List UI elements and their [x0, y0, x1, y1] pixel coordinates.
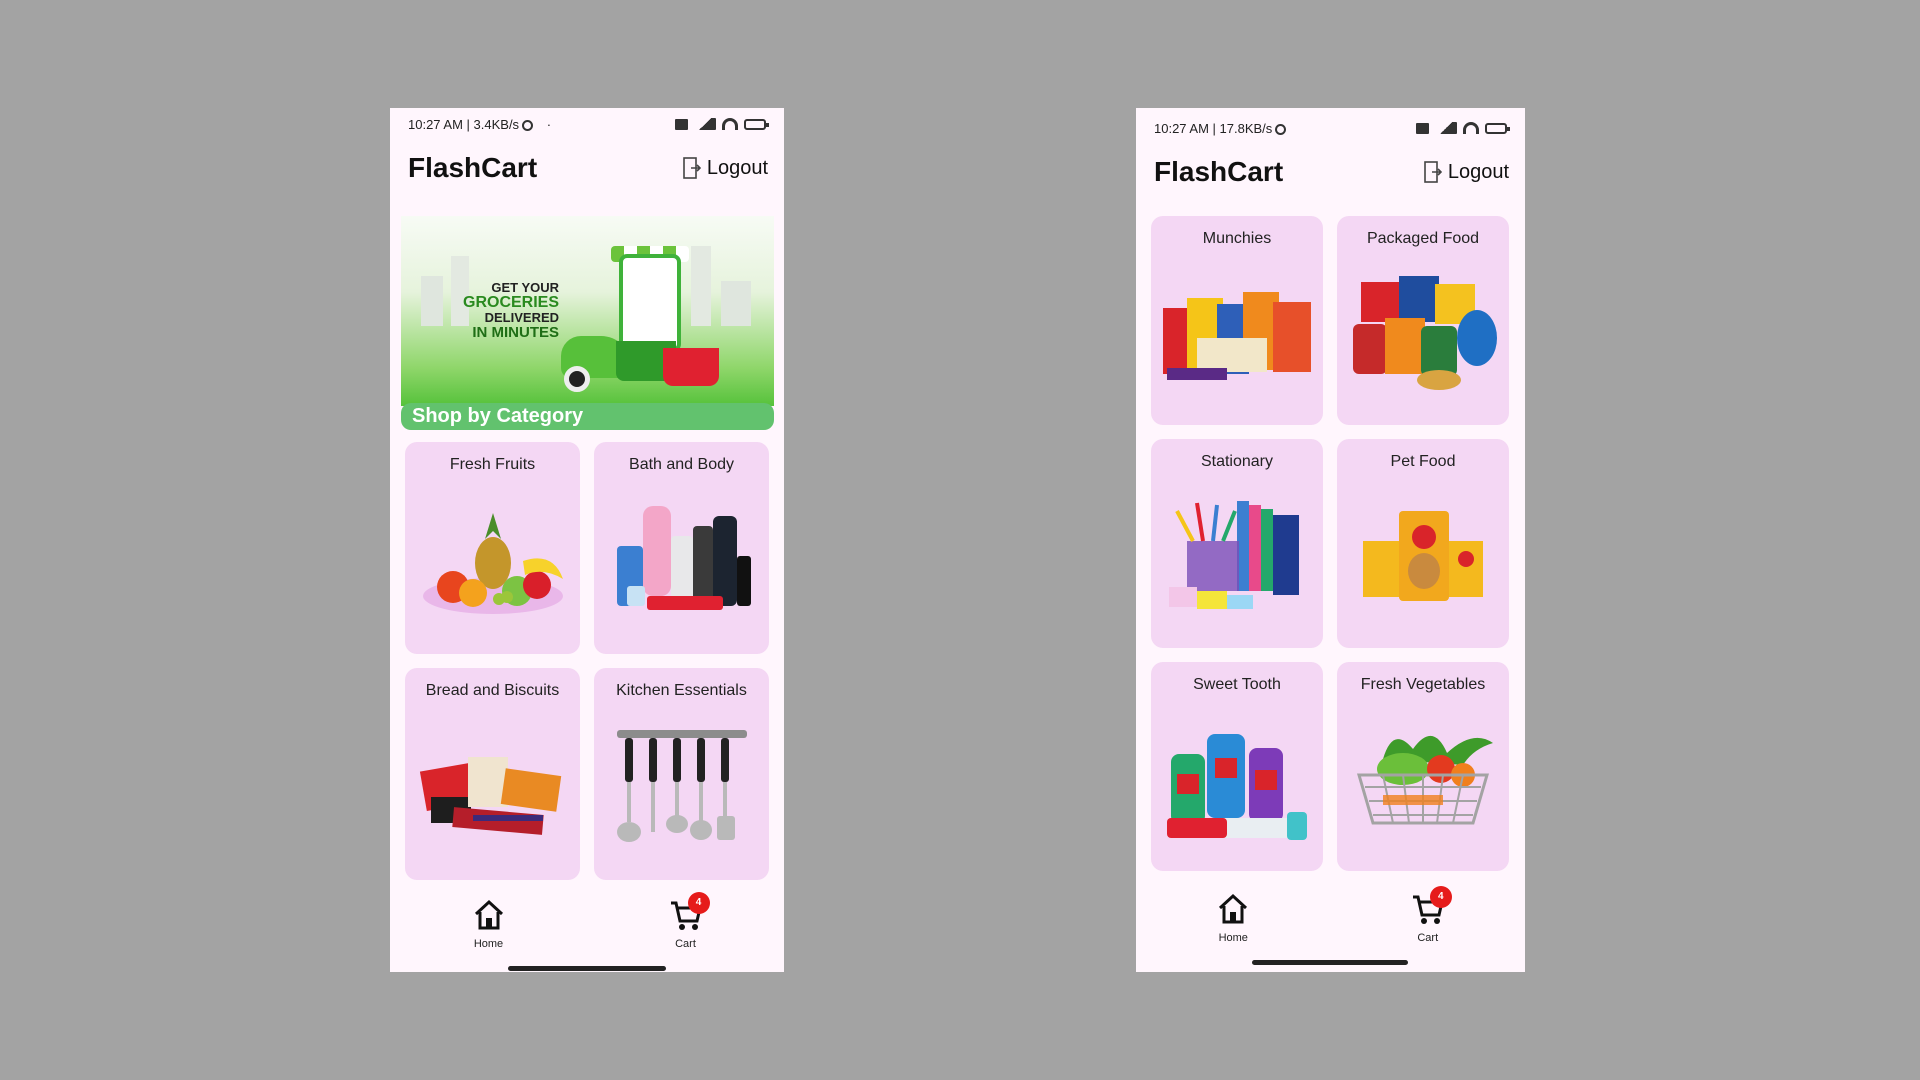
gesture-bar[interactable] — [1252, 960, 1408, 965]
vegetables-basket-image — [1357, 735, 1493, 825]
category-grid: Fresh Fruits Bath and Body Bread and Bis… — [405, 442, 769, 880]
nfc-icon — [675, 118, 688, 130]
category-card-sweet-tooth[interactable]: Sweet Tooth — [1151, 662, 1323, 871]
banner-line-1: GET YOUR — [491, 280, 560, 295]
category-card-kitchen-essentials[interactable]: Kitchen Essentials — [594, 668, 769, 880]
category-card-bath-and-body[interactable]: Bath and Body — [594, 442, 769, 654]
battery-icon — [744, 118, 769, 130]
wifi-icon — [1463, 122, 1479, 134]
wifi-icon — [722, 118, 738, 130]
kitchen-utensils-image — [616, 729, 747, 842]
category-label: Munchies — [1202, 230, 1272, 247]
pet-food-image — [1363, 511, 1483, 602]
wheel-icon — [564, 366, 590, 392]
alarm-icon — [522, 119, 534, 131]
category-card-fresh-fruits[interactable]: Fresh Fruits — [405, 442, 580, 654]
battery-icon — [1485, 122, 1510, 134]
fruits-image — [422, 512, 563, 614]
category-label: Fresh Vegetables — [1360, 676, 1486, 693]
stationary-image — [1169, 501, 1299, 610]
bread-biscuits-image — [419, 756, 561, 835]
logout-button[interactable]: Logout — [683, 157, 768, 180]
category-label: Bread and Biscuits — [425, 682, 560, 699]
nav-home[interactable]: Home — [1173, 892, 1293, 944]
status-time: 10:27 AM | 17.8KB/s — [1154, 120, 1273, 136]
cart-badge: 4 — [1429, 886, 1452, 908]
status-time: 10:27 AM | 3.4KB/s — [408, 116, 520, 132]
category-grid: Munchies Packaged Food Stationary Pet Fo… — [1151, 216, 1509, 871]
shopping-cart-icon — [663, 348, 719, 386]
nav-cart-label: Cart — [1417, 932, 1439, 944]
logout-icon — [1424, 161, 1442, 183]
signal-icon — [694, 118, 716, 130]
category-card-munchies[interactable]: Munchies — [1151, 216, 1323, 425]
category-card-packaged-food[interactable]: Packaged Food — [1337, 216, 1509, 425]
right-phone-screen: 10:27 AM | 17.8KB/s FlashCart Logout Mun… — [1136, 108, 1525, 972]
status-dot: · — [546, 116, 552, 132]
category-card-stationary[interactable]: Stationary — [1151, 439, 1323, 648]
city-skyline — [401, 236, 774, 326]
nav-home[interactable]: Home — [429, 898, 549, 950]
logout-label: Logout — [1447, 160, 1509, 183]
logout-label: Logout — [706, 156, 768, 179]
home-icon — [1219, 893, 1248, 924]
status-bar: 10:27 AM | 3.4KB/s · — [408, 114, 769, 134]
nav-cart[interactable]: 4 Cart — [626, 892, 746, 950]
category-label: Pet Food — [1390, 453, 1456, 470]
nav-cart-label: Cart — [675, 938, 696, 950]
munchies-image — [1163, 292, 1311, 381]
status-bar: 10:27 AM | 17.8KB/s — [1154, 118, 1510, 138]
bath-body-image — [616, 505, 751, 610]
category-label: Sweet Tooth — [1193, 676, 1281, 693]
category-label: Bath and Body — [629, 456, 734, 473]
section-title: Shop by Category — [401, 403, 774, 430]
cart-badge: 4 — [687, 892, 710, 914]
app-header: FlashCart Logout — [1154, 152, 1509, 192]
category-label: Fresh Fruits — [449, 456, 536, 473]
banner-line-2: GROCERIES — [463, 294, 560, 311]
app-header: FlashCart Logout — [408, 148, 768, 188]
gesture-bar[interactable] — [508, 966, 666, 971]
category-card-bread-and-biscuits[interactable]: Bread and Biscuits — [405, 668, 580, 880]
home-icon — [474, 899, 503, 930]
category-label: Stationary — [1200, 453, 1274, 470]
nav-home-label: Home — [1218, 932, 1248, 944]
nav-cart[interactable]: 4 Cart — [1368, 886, 1488, 944]
nav-home-label: Home — [473, 938, 504, 950]
nfc-icon — [1416, 122, 1429, 134]
phone-shop-icon — [619, 254, 681, 352]
banner-line-3: DELIVERED — [484, 310, 560, 325]
logout-button[interactable]: Logout — [1424, 161, 1509, 184]
alarm-icon — [1275, 123, 1287, 135]
sweet-tooth-image — [1167, 734, 1307, 841]
packaged-food-image — [1353, 276, 1497, 391]
app-title: FlashCart — [408, 152, 538, 183]
banner-text: GET YOUR GROCERIES DELIVERED IN MINUTES — [463, 280, 559, 340]
left-phone-screen: 10:27 AM | 3.4KB/s · FlashCart Logout GE… — [390, 108, 784, 972]
banner-line-4: IN MINUTES — [472, 324, 560, 341]
logout-icon — [683, 157, 701, 179]
bottom-nav: Home 4 Cart — [390, 892, 784, 950]
bottom-nav: Home 4 Cart — [1136, 886, 1525, 944]
app-title: FlashCart — [1154, 156, 1284, 187]
category-label: Kitchen Essentials — [616, 682, 747, 699]
category-card-fresh-vegetables[interactable]: Fresh Vegetables — [1337, 662, 1509, 871]
category-label: Packaged Food — [1366, 230, 1480, 247]
promo-banner[interactable]: GET YOUR GROCERIES DELIVERED IN MINUTES — [401, 216, 774, 406]
category-card-pet-food[interactable]: Pet Food — [1337, 439, 1509, 648]
signal-icon — [1435, 122, 1457, 134]
